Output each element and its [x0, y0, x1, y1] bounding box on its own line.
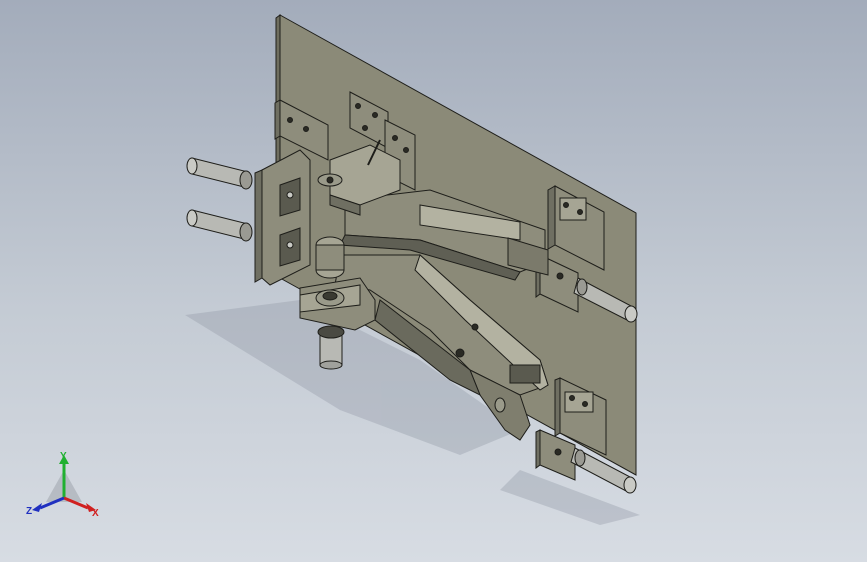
x-axis-label: X	[92, 508, 99, 519]
y-axis-label: Y	[60, 451, 67, 462]
assembly-model[interactable]	[0, 0, 867, 562]
z-axis-label: Z	[26, 506, 32, 517]
left-lower-guide-rod[interactable]	[186, 209, 253, 242]
left-upper-guide-rod[interactable]	[186, 157, 253, 190]
view-orientation-triad[interactable]: Y X Z	[26, 450, 106, 525]
cad-viewport[interactable]: Y X Z	[0, 0, 867, 562]
